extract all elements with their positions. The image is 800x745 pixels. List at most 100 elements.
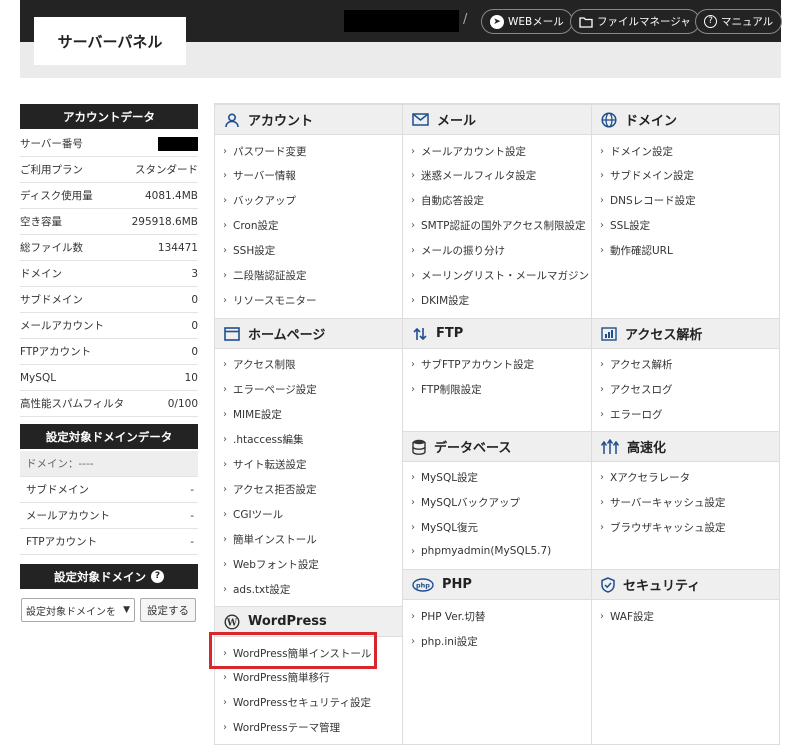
menu-item-error-page[interactable]: › エラーページ設定 bbox=[223, 382, 317, 397]
bar-chart-icon bbox=[601, 326, 617, 341]
menu-item-auto-reply[interactable]: › 自動応答設定 bbox=[411, 193, 484, 208]
target-domain-row: ドメイン：---- bbox=[20, 451, 198, 477]
menu-item-smtp-restriction[interactable]: › SMTP認証の国外アクセス制限設定 bbox=[411, 218, 585, 233]
menu-item-wp-security[interactable]: › WordPressセキュリティ設定 bbox=[223, 695, 371, 710]
browser-window-icon bbox=[224, 326, 240, 341]
webmail-button[interactable]: ➤ WEBメール bbox=[481, 9, 573, 34]
target-domain-header: 設定対象ドメイン ? bbox=[20, 564, 198, 589]
menu-item-dkim[interactable]: › DKIM設定 bbox=[411, 293, 469, 308]
section-title: 高速化 bbox=[627, 441, 667, 456]
item-label: サーバーキャッシュ設定 bbox=[610, 497, 726, 509]
menu-item-ssl[interactable]: › SSL設定 bbox=[600, 218, 650, 233]
menu-item-mail-sorting[interactable]: › メールの振り分け bbox=[411, 243, 505, 258]
menu-item-resource-monitor[interactable]: › リソースモニター bbox=[223, 293, 316, 308]
menu-item-ads-txt[interactable]: › ads.txt設定 bbox=[223, 582, 290, 597]
menu-item-access-log[interactable]: › アクセスログ bbox=[600, 382, 672, 397]
menu-item-server-info[interactable]: › サーバー情報 bbox=[223, 168, 296, 183]
menu-item-sub-ftp[interactable]: › サブFTPアカウント設定 bbox=[411, 357, 534, 372]
item-label: phpmyadmin(MySQL5.7) bbox=[421, 545, 552, 557]
subdomain-count-row: サブドメイン 0 bbox=[20, 287, 198, 313]
item-label: サイト転送設定 bbox=[233, 459, 307, 471]
menu-item-cgi[interactable]: › CGIツール bbox=[223, 507, 283, 522]
menu-item-error-log[interactable]: › エラーログ bbox=[600, 407, 663, 422]
section-title: PHP bbox=[442, 577, 472, 592]
menu-item-mysql[interactable]: › MySQL設定 bbox=[411, 470, 478, 485]
menu-item-web-font[interactable]: › Webフォント設定 bbox=[223, 557, 319, 572]
server-number-row: サーバー番号 bbox=[20, 131, 198, 157]
row-value: 3 bbox=[191, 267, 198, 280]
file-manager-button[interactable]: ファイルマネージャ bbox=[570, 9, 700, 34]
menu-item-ssh[interactable]: › SSH設定 bbox=[223, 243, 275, 258]
section-title: アクセス解析 bbox=[625, 328, 703, 343]
database-section-header: データベース bbox=[403, 431, 591, 462]
menu-item-ftp-restriction[interactable]: › FTP制限設定 bbox=[411, 382, 482, 397]
set-domain-button[interactable]: 設定する bbox=[140, 598, 196, 622]
menu-item-domain-settings[interactable]: › ドメイン設定 bbox=[600, 144, 673, 159]
item-label: MIME設定 bbox=[233, 409, 282, 421]
menu-item-access-deny[interactable]: › アクセス拒否設定 bbox=[223, 482, 316, 497]
item-label: SSH設定 bbox=[233, 245, 276, 257]
menu-item-php-ini[interactable]: › php.ini設定 bbox=[411, 634, 478, 649]
target-subdomain-row: サブドメイン - bbox=[20, 477, 198, 503]
section-title: データベース bbox=[434, 441, 512, 456]
mail-icon bbox=[412, 113, 429, 126]
column-divider bbox=[402, 103, 403, 745]
item-label: リソースモニター bbox=[233, 295, 317, 307]
row-label: ご利用プラン bbox=[20, 164, 83, 176]
chevron-down-icon: ▼ bbox=[123, 605, 130, 615]
menu-item-htaccess[interactable]: › .htaccess編集 bbox=[223, 432, 304, 447]
row-label: 空き容量 bbox=[20, 216, 62, 228]
menu-item-phpmyadmin[interactable]: › phpmyadmin(MySQL5.7) bbox=[411, 545, 551, 557]
item-label: ドメイン設定 bbox=[610, 146, 673, 158]
menu-item-spam-filter[interactable]: › 迷惑メールフィルタ設定 bbox=[411, 168, 536, 183]
menu-item-mime[interactable]: › MIME設定 bbox=[223, 407, 282, 422]
server-panel-logo[interactable]: サーバーパネル bbox=[34, 17, 186, 65]
menu-item-2fa[interactable]: › 二段階認証設定 bbox=[223, 268, 307, 283]
item-label: SSL設定 bbox=[610, 220, 651, 232]
menu-item-cron[interactable]: › Cron設定 bbox=[223, 218, 279, 233]
domain-select[interactable]: 設定対象ドメインを ▼ bbox=[21, 598, 135, 622]
menu-item-backup[interactable]: › バックアップ bbox=[223, 193, 296, 208]
item-label: アクセス拒否設定 bbox=[233, 484, 317, 496]
section-title: FTP bbox=[436, 326, 464, 341]
manual-button[interactable]: ? マニュアル bbox=[695, 9, 783, 34]
ftp-account-count-row: FTPアカウント 0 bbox=[20, 339, 198, 365]
menu-item-php-version[interactable]: › PHP Ver.切替 bbox=[411, 609, 485, 624]
help-icon[interactable]: ? bbox=[151, 570, 164, 583]
row-label: FTPアカウント bbox=[26, 536, 98, 548]
section-title: セキュリティ bbox=[623, 579, 701, 594]
shield-icon bbox=[601, 576, 615, 593]
item-label: メールの振り分け bbox=[421, 245, 505, 257]
php-section-header: php PHP bbox=[403, 569, 591, 600]
menu-item-access-restriction[interactable]: › アクセス制限 bbox=[223, 357, 295, 372]
row-value: 134471 bbox=[157, 241, 198, 254]
menu-item-subdomain[interactable]: › サブドメイン設定 bbox=[600, 168, 694, 183]
menu-item-waf[interactable]: › WAF設定 bbox=[600, 609, 654, 624]
menu-item-server-cache[interactable]: › サーバーキャッシュ設定 bbox=[600, 495, 725, 510]
globe-icon bbox=[601, 111, 617, 128]
account-data-header: アカウントデータ bbox=[20, 104, 198, 129]
menu-item-dns[interactable]: › DNSレコード設定 bbox=[600, 193, 696, 208]
menu-item-x-accelerator[interactable]: › Xアクセラレータ bbox=[600, 470, 690, 485]
menu-item-mail-account[interactable]: › メールアカウント設定 bbox=[411, 144, 526, 159]
svg-text:php: php bbox=[416, 581, 430, 589]
item-label: WordPressテーマ管理 bbox=[233, 722, 341, 734]
menu-item-mysql-backup[interactable]: › MySQLバックアップ bbox=[411, 495, 520, 510]
manual-label: マニュアル bbox=[721, 16, 774, 28]
menu-item-easy-install[interactable]: › 簡単インストール bbox=[223, 532, 317, 547]
menu-item-test-url[interactable]: › 動作確認URL bbox=[600, 243, 673, 258]
menu-item-mailing-list[interactable]: › メーリングリスト・メールマガジン bbox=[411, 268, 589, 283]
menu-item-browser-cache[interactable]: › ブラウザキャッシュ設定 bbox=[600, 520, 726, 535]
item-label: 二段階認証設定 bbox=[233, 270, 307, 282]
row-value: 10 bbox=[184, 371, 198, 384]
item-label: WAF設定 bbox=[610, 611, 655, 623]
homepage-section-header: ホームページ bbox=[215, 318, 402, 349]
menu-item-wp-theme[interactable]: › WordPressテーマ管理 bbox=[223, 720, 340, 735]
item-label: サブドメイン設定 bbox=[610, 170, 694, 182]
menu-item-password[interactable]: › パスワード変更 bbox=[223, 144, 307, 159]
menu-item-access-analytics[interactable]: › アクセス解析 bbox=[600, 357, 672, 372]
menu-item-mysql-restore[interactable]: › MySQL復元 bbox=[411, 520, 478, 535]
menu-item-site-redirect[interactable]: › サイト転送設定 bbox=[223, 457, 307, 472]
menu-item-wp-migration[interactable]: › WordPress簡単移行 bbox=[223, 670, 330, 685]
target-mail-row: メールアカウント - bbox=[20, 503, 198, 529]
